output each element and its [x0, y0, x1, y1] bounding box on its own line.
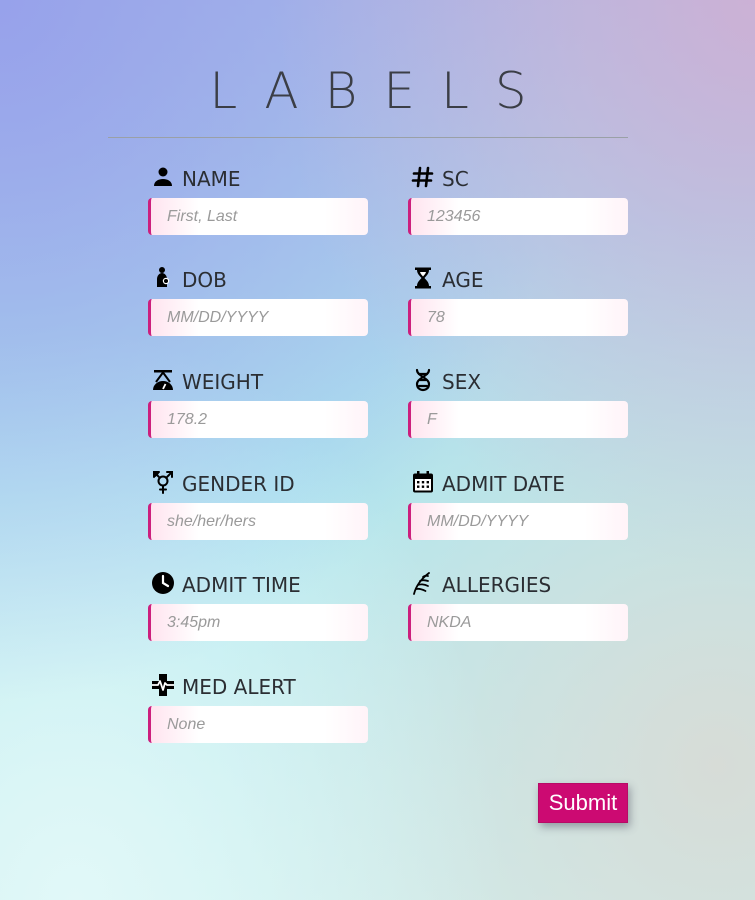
allergies-input[interactable] [408, 604, 628, 641]
field-allergies: ALLERGIES [408, 568, 628, 641]
hourglass-icon [410, 265, 436, 291]
field-admit-time: ADMIT TIME [148, 568, 368, 641]
med-alert-input[interactable] [148, 706, 368, 743]
field-sc: SC [408, 162, 628, 235]
weight-label: WEIGHT [182, 370, 264, 394]
field-gender-id: GENDER ID [148, 467, 368, 540]
field-age: AGE [408, 263, 628, 336]
name-label: NAME [182, 167, 241, 191]
submit-button[interactable]: Submit [538, 783, 628, 823]
age-input[interactable] [408, 299, 628, 336]
title-divider [108, 137, 628, 138]
gender-id-label: GENDER ID [182, 472, 295, 496]
sex-label: SEX [442, 370, 482, 394]
field-med-alert: MED ALERT [148, 670, 368, 743]
med-alert-label: MED ALERT [182, 675, 296, 699]
name-input[interactable] [148, 198, 368, 235]
person-icon [150, 164, 176, 190]
dna-icon [410, 367, 436, 393]
field-dob: DOB [148, 263, 368, 336]
calendar-icon [410, 469, 436, 495]
scale-icon [150, 367, 176, 393]
dob-label: DOB [182, 268, 227, 292]
field-admit-date: ADMIT DATE [408, 467, 628, 540]
field-name: NAME [148, 162, 368, 235]
page-title: LABELS [209, 62, 553, 120]
transgender-icon [150, 469, 176, 495]
gender-id-input[interactable] [148, 503, 368, 540]
weight-input[interactable] [148, 401, 368, 438]
sc-input[interactable] [408, 198, 628, 235]
medical-cross-icon [150, 672, 176, 698]
field-weight: WEIGHT [148, 365, 368, 438]
admit-date-label: ADMIT DATE [442, 472, 565, 496]
admit-date-input[interactable] [408, 503, 628, 540]
sex-input[interactable] [408, 401, 628, 438]
admit-time-input[interactable] [148, 604, 368, 641]
admit-time-label: ADMIT TIME [182, 573, 301, 597]
age-label: AGE [442, 268, 484, 292]
clock-icon [150, 570, 176, 596]
sc-label: SC [442, 167, 469, 191]
baby-icon [150, 265, 176, 291]
dob-input[interactable] [148, 299, 368, 336]
field-sex: SEX [408, 365, 628, 438]
allergy-icon [410, 570, 436, 596]
hash-icon [410, 164, 436, 190]
allergies-label: ALLERGIES [442, 573, 552, 597]
